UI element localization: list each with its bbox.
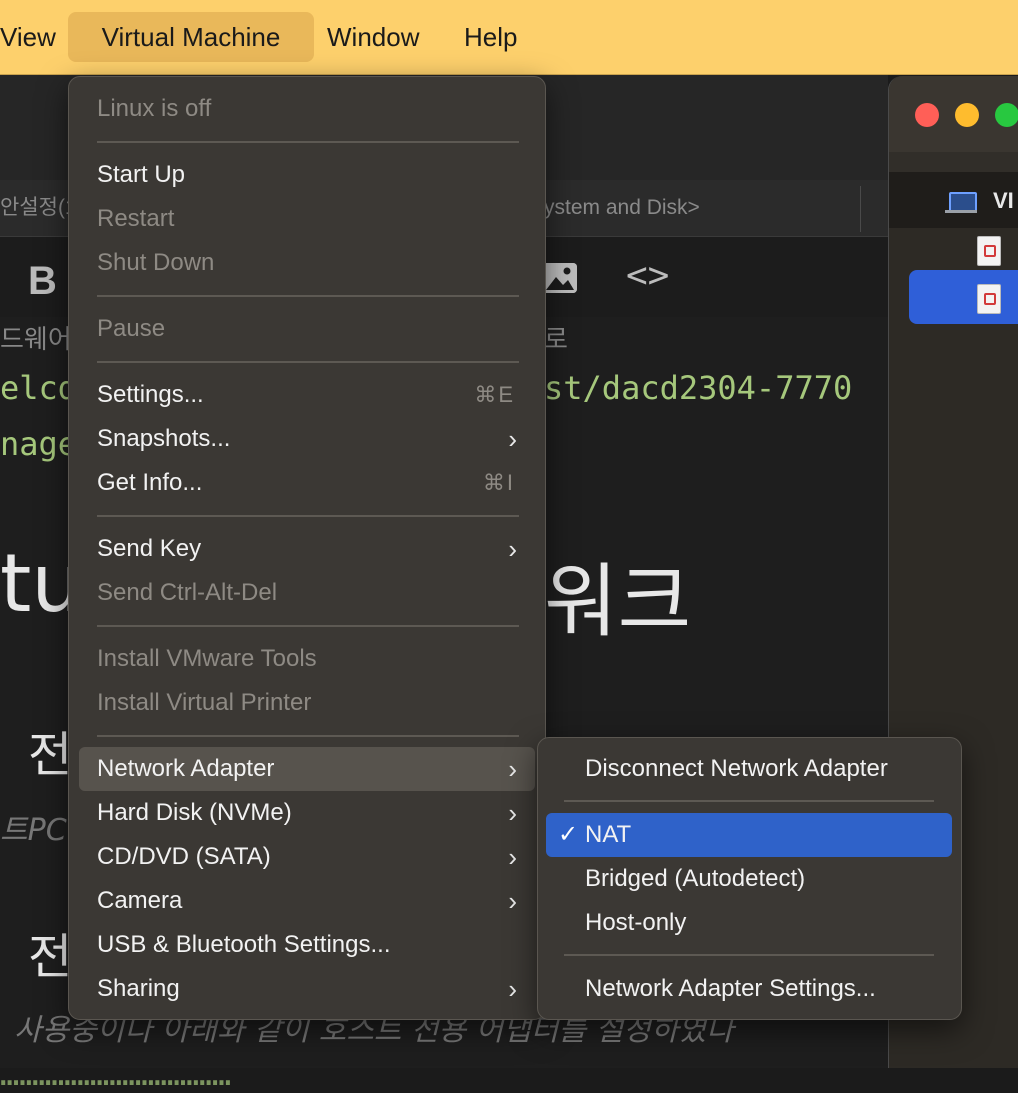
menu-item-shut-down[interactable]: Shut Down [79,241,535,285]
chevron-right-icon: › [508,798,517,828]
menu-item-restart[interactable]: Restart [79,197,535,241]
image-icon[interactable] [543,263,577,293]
code-block-button[interactable]: <> [626,255,669,296]
submenu-item-bridged[interactable]: Bridged (Autodetect) [546,857,952,901]
virtual-machine-menu: Linux is off Start Up Restart Shut Down … [68,76,546,1020]
settings-shortcut: ⌘E [474,382,515,407]
menu-item-settings[interactable]: Settings... ⌘E [79,373,535,417]
menu-item-install-vmware-tools[interactable]: Install VMware Tools [79,637,535,681]
menu-item-camera[interactable]: Camera › [79,879,535,923]
submenu-item-adapter-settings[interactable]: Network Adapter Settings... [546,967,952,1011]
vm-file-icon[interactable] [977,236,1001,266]
italic-line-1: 트PC [0,813,67,848]
subheading-2: 전 [28,929,73,985]
menu-item-install-virtual-printer[interactable]: Install Virtual Printer [79,681,535,725]
menu-virtual-machine[interactable]: Virtual Machine [68,12,314,62]
chevron-right-icon: › [508,842,517,872]
submenu-item-host-only[interactable]: Host-only [546,901,952,945]
text-line-partial: 드웨어 [0,324,72,354]
zoom-icon[interactable] [995,103,1018,127]
laptop-icon [945,192,977,213]
vm-window-titlebar [889,76,1018,152]
chevron-right-icon: › [508,424,517,454]
menu-bar: View Virtual Machine Window Help [0,0,1018,75]
menu-item-usb-bluetooth[interactable]: USB & Bluetooth Settings... [79,923,535,967]
menu-item-snapshots[interactable]: Snapshots... › [79,417,535,461]
menu-separator [97,735,519,737]
menu-item-send-ctrl-alt-del[interactable]: Send Ctrl-Alt-Del [79,571,535,615]
submenu-item-nat[interactable]: ✓ NAT [546,813,952,857]
menu-view[interactable]: View [0,12,56,62]
vm-file-icon-selected[interactable] [977,284,1001,314]
chevron-right-icon: › [508,754,517,784]
menu-separator [97,141,519,143]
vm-toolbar-band [889,152,1018,172]
menu-item-sharing[interactable]: Sharing › [79,967,535,1011]
menu-separator [97,515,519,517]
close-icon[interactable] [915,103,939,127]
menu-separator [97,361,519,363]
heading-right: 워크 [544,555,692,648]
menu-item-pause[interactable]: Pause [79,307,535,351]
editor-tab-left[interactable]: 안설정(1 [0,180,77,236]
editor-tab-right[interactable]: ystem and Disk> [544,180,700,236]
minimize-icon[interactable] [955,103,979,127]
menu-item-hard-disk[interactable]: Hard Disk (NVMe) › [79,791,535,835]
submenu-item-disconnect[interactable]: Disconnect Network Adapter [546,747,952,791]
code-line-bottom: ……………………………… [0,1055,232,1093]
menu-item-get-info[interactable]: Get Info... ⌘I [79,461,535,505]
code-line-2-left: nage [0,425,78,463]
code-line-1-right: st/dacd2304-7770 [544,369,853,407]
vm-list-item-selected[interactable] [909,270,1018,324]
submenu-separator [564,800,934,802]
subheading-1: 전 [28,727,73,783]
menu-item-cd-dvd[interactable]: CD/DVD (SATA) › [79,835,535,879]
menu-window[interactable]: Window [327,12,419,62]
menu-separator [97,295,519,297]
code-line-1-left: elcd [0,369,78,407]
chevron-right-icon: › [508,534,517,564]
tab-divider [860,186,861,232]
bold-button[interactable]: B [28,259,57,304]
menu-help[interactable]: Help [464,12,517,62]
submenu-separator [564,954,934,956]
network-adapter-submenu: Disconnect Network Adapter ✓ NAT Bridged… [537,737,962,1020]
vm-sidebar-title: VI [993,188,1014,213]
menu-separator [97,625,519,627]
chevron-right-icon: › [508,886,517,916]
checkmark-icon: ✓ [558,821,579,848]
menu-item-start-up[interactable]: Start Up [79,153,535,197]
menu-status: Linux is off [97,95,212,122]
chevron-right-icon: › [508,974,517,1004]
text-line-partial-right: 로 [544,324,568,354]
menu-item-network-adapter[interactable]: Network Adapter › [79,747,535,791]
get-info-shortcut: ⌘I [482,470,515,495]
menu-item-send-key[interactable]: Send Key › [79,527,535,571]
